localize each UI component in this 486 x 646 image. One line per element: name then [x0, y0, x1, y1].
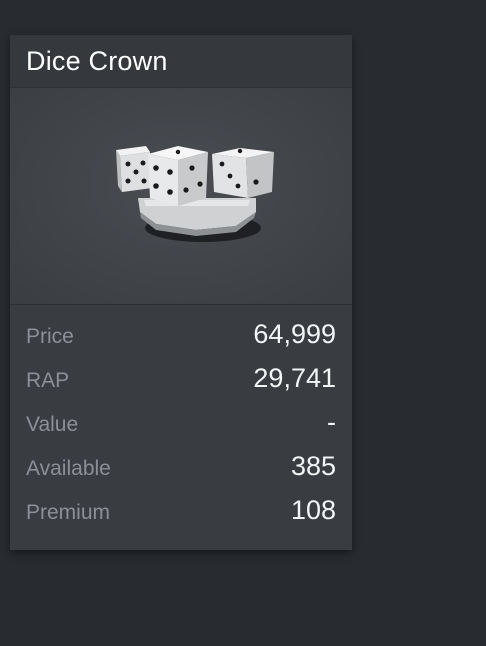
stat-value: 29,741 [253, 363, 336, 393]
item-title: Dice Crown [26, 45, 168, 76]
stat-label: Value [26, 413, 79, 436]
stat-label: RAP [26, 369, 70, 392]
stat-row-premium: Premium 108 [26, 495, 336, 539]
stat-value: - [327, 407, 336, 437]
stat-row-value: Value - [26, 407, 336, 451]
card-header: Dice Crown [10, 35, 352, 88]
stat-value: 64,999 [253, 319, 336, 349]
stat-value: 385 [290, 451, 336, 481]
stat-row-rap: RAP 29,741 [26, 363, 336, 407]
stat-label: Price [26, 325, 74, 348]
item-thumbnail[interactable] [10, 88, 352, 305]
stats-list: Price 64,999 RAP 29,741 Value - Availabl… [10, 305, 352, 539]
stat-row-price: Price 64,999 [26, 319, 336, 363]
stat-row-available: Available 385 [26, 451, 336, 495]
stat-value: 108 [290, 495, 336, 525]
stat-label: Premium [26, 501, 111, 524]
item-card[interactable]: Dice Crown Price 64,999 RAP 29,741 Value… [10, 35, 352, 550]
stat-label: Available [26, 457, 111, 480]
dice-crown-icon [116, 146, 274, 242]
